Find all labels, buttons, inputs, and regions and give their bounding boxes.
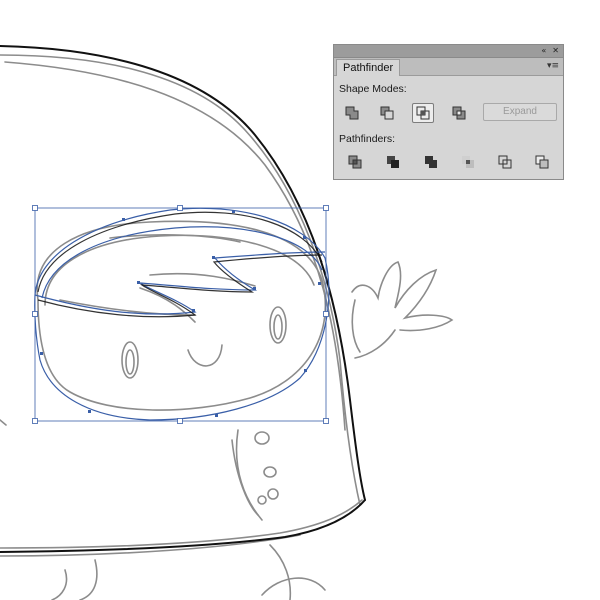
shape-modes-label: Shape Modes: [339, 83, 407, 95]
handle-top-right[interactable] [323, 205, 329, 211]
handle-bottom-left[interactable] [32, 418, 38, 424]
ink-layer [0, 45, 366, 553]
close-panel-icon[interactable]: ✕ [552, 45, 559, 57]
outline-icon [498, 155, 512, 169]
tab-pathfinder[interactable]: Pathfinder [336, 59, 401, 76]
intersect-icon [416, 106, 430, 120]
outline-button[interactable] [494, 152, 516, 172]
panel-tab-row: Pathfinder ▾≡ [334, 58, 563, 76]
unite-icon [345, 106, 359, 120]
collapse-panel-icon[interactable]: « [541, 45, 546, 57]
handle-middle-right[interactable] [323, 311, 329, 317]
minus-back-button[interactable] [531, 152, 553, 172]
minus-front-button[interactable] [376, 103, 398, 123]
handle-top-left[interactable] [32, 205, 38, 211]
merge-icon [425, 156, 437, 168]
panel-titlebar[interactable]: « ✕ [334, 45, 563, 58]
pathfinder-panel: « ✕ Pathfinder ▾≡ Shape Modes: Expand Pa… [333, 44, 564, 180]
minus-back-icon [535, 155, 549, 169]
divide-button[interactable] [344, 152, 366, 172]
handle-bottom-right[interactable] [323, 418, 329, 424]
exclude-button[interactable] [448, 103, 470, 123]
minus-front-icon [380, 106, 394, 120]
pathfinders-label: Pathfinders: [339, 133, 396, 145]
crop-button[interactable] [457, 152, 479, 172]
handle-bottom-middle[interactable] [177, 418, 183, 424]
trim-button[interactable] [382, 152, 404, 172]
intersect-button[interactable] [412, 103, 434, 123]
divide-icon [348, 155, 362, 169]
handle-middle-left[interactable] [32, 311, 38, 317]
expand-button[interactable]: Expand [483, 103, 557, 121]
crop-icon [462, 156, 474, 168]
panel-menu-icon[interactable]: ▾≡ [547, 60, 559, 73]
merge-button[interactable] [420, 152, 442, 172]
exclude-icon [452, 106, 466, 120]
trim-icon [387, 156, 399, 168]
unite-button[interactable] [341, 103, 363, 123]
handle-top-middle[interactable] [177, 205, 183, 211]
